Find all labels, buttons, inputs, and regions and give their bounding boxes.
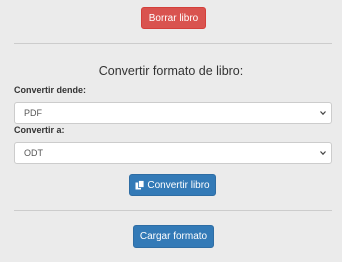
convert-to-value: ODT (24, 148, 43, 158)
load-format-button-label: Cargar formato (139, 231, 208, 242)
divider (14, 43, 332, 44)
convert-to-label: Convertir a: (14, 125, 65, 135)
chevron-down-icon (320, 151, 326, 156)
convert-from-value: PDF (24, 108, 42, 118)
chevron-down-icon (320, 111, 326, 116)
convert-book-button-label: Convertir libro (147, 179, 210, 191)
delete-book-button[interactable]: Borrar libro (141, 7, 206, 29)
delete-book-button-label: Borrar libro (148, 12, 199, 24)
convert-book-button[interactable]: Convertir libro (129, 174, 216, 196)
convert-to-select[interactable]: ODT (14, 142, 332, 164)
load-format-button[interactable]: Cargar formato (133, 225, 214, 248)
convert-from-select[interactable]: PDF (14, 102, 332, 124)
convert-from-label: Convertir dende: (14, 85, 87, 95)
convert-section-title: Convertir formato de libro: (98, 64, 244, 78)
divider (14, 210, 332, 211)
copy-icon (135, 180, 145, 190)
